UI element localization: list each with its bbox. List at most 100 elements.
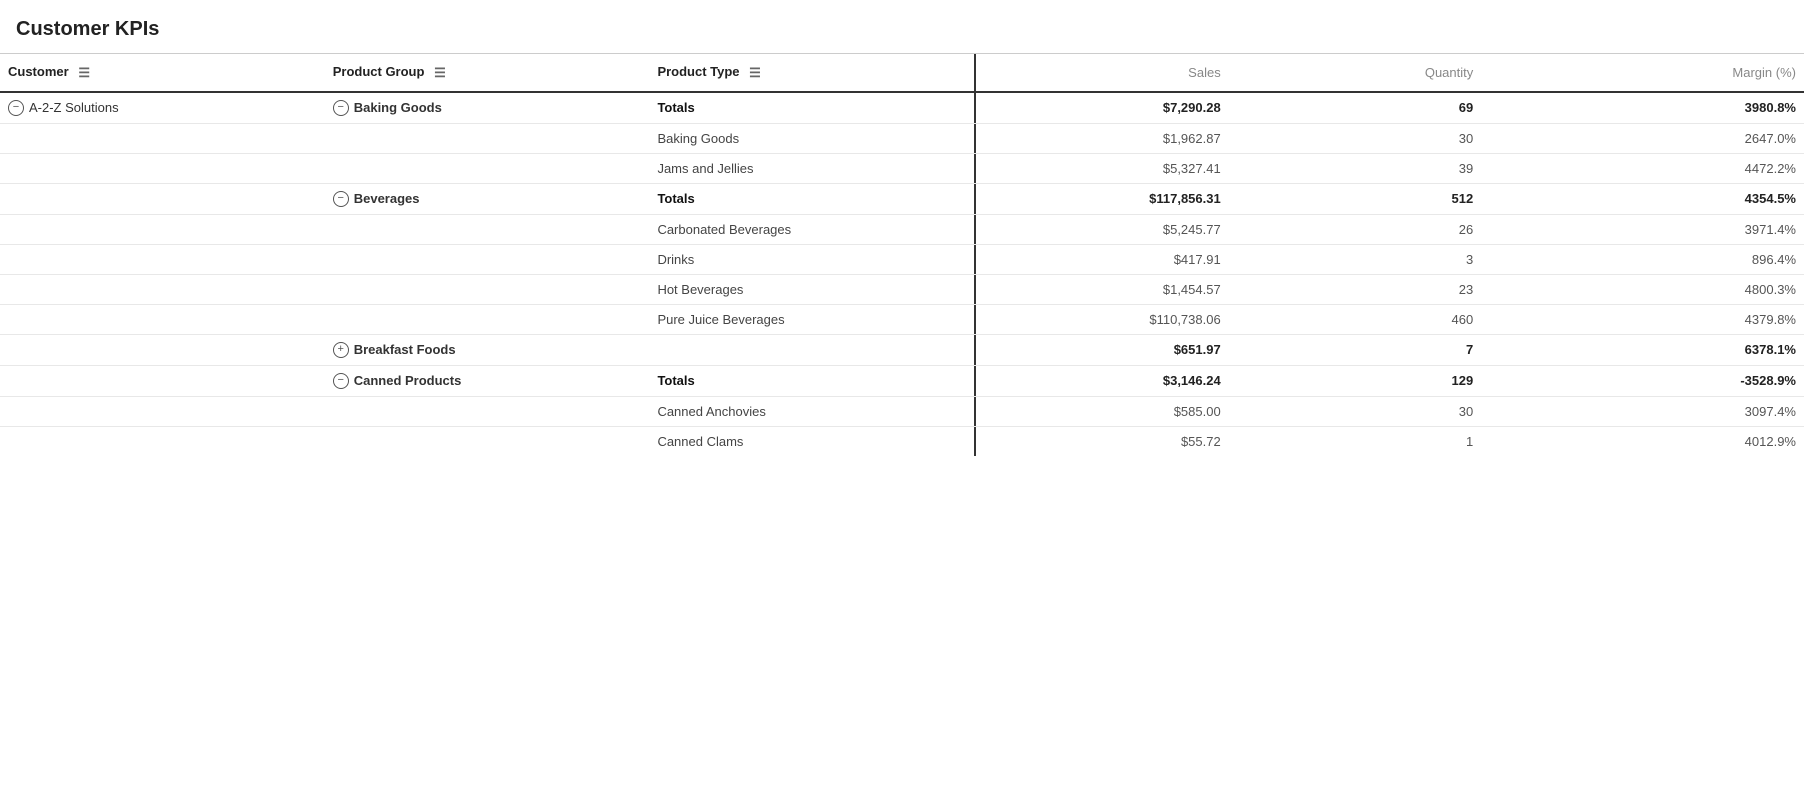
quantity-value: 460 bbox=[1229, 304, 1482, 334]
product-type-cell: Jams and Jellies bbox=[649, 153, 974, 183]
col-header-product-type: Product Type ☰ bbox=[649, 54, 974, 92]
product-group-cell bbox=[325, 304, 650, 334]
product-group-cell: Canned Products bbox=[325, 365, 650, 396]
margin-value: 4472.2% bbox=[1481, 153, 1804, 183]
margin-value: -3528.9% bbox=[1481, 365, 1804, 396]
product-group-cell: Breakfast Foods bbox=[325, 334, 650, 365]
quantity-value: 1 bbox=[1229, 426, 1482, 456]
table-row: Breakfast Foods $651.9776378.1% bbox=[0, 334, 1804, 365]
product-type-cell bbox=[649, 334, 974, 365]
table-row: Hot Beverages$1,454.57234800.3% bbox=[0, 274, 1804, 304]
table-row: Baking Goods$1,962.87302647.0% bbox=[0, 123, 1804, 153]
product-type-cell: Drinks bbox=[649, 244, 974, 274]
col-header-margin: Margin (%) bbox=[1481, 54, 1804, 92]
product-group-cell bbox=[325, 153, 650, 183]
table-container: Customer ☰ Product Group ☰ Product Type … bbox=[0, 53, 1804, 456]
margin-value: 4012.9% bbox=[1481, 426, 1804, 456]
customer-cell bbox=[0, 426, 325, 456]
product-type-cell: Pure Juice Beverages bbox=[649, 304, 974, 334]
quantity-value: 23 bbox=[1229, 274, 1482, 304]
table-row: Canned Anchovies$585.00303097.4% bbox=[0, 396, 1804, 426]
quantity-value: 26 bbox=[1229, 214, 1482, 244]
table-row: A-2-Z Solutions Baking Goods Totals$7,290.… bbox=[0, 92, 1804, 124]
margin-value: 2647.0% bbox=[1481, 123, 1804, 153]
product-type-cell: Totals bbox=[649, 92, 974, 124]
sales-value: $3,146.24 bbox=[976, 365, 1229, 396]
table-row: BeveragesTotals$117,856.315124354.5% bbox=[0, 183, 1804, 214]
sales-value: $1,454.57 bbox=[976, 274, 1229, 304]
customer-cell bbox=[0, 274, 325, 304]
product-type-cell: Carbonated Beverages bbox=[649, 214, 974, 244]
product-group-cell bbox=[325, 426, 650, 456]
group-expand-icon[interactable] bbox=[333, 191, 349, 207]
product-group-col-label: Product Group bbox=[333, 64, 425, 79]
product-group-cell bbox=[325, 244, 650, 274]
product-type-cell: Totals bbox=[649, 365, 974, 396]
customer-col-label: Customer bbox=[8, 64, 69, 79]
product-group-cell bbox=[325, 123, 650, 153]
product-group-cell bbox=[325, 274, 650, 304]
col-header-quantity: Quantity bbox=[1229, 54, 1482, 92]
table-row: Pure Juice Beverages$110,738.064604379.8… bbox=[0, 304, 1804, 334]
product-type-cell: Hot Beverages bbox=[649, 274, 974, 304]
margin-value: 896.4% bbox=[1481, 244, 1804, 274]
product-group-name: Baking Goods bbox=[354, 100, 442, 115]
customer-name: A-2-Z Solutions bbox=[29, 100, 119, 115]
product-group-cell: Baking Goods bbox=[325, 92, 650, 124]
quantity-col-label: Quantity bbox=[1425, 65, 1473, 80]
customer-cell bbox=[0, 334, 325, 365]
product-type-col-label: Product Type bbox=[657, 64, 739, 79]
margin-value: 6378.1% bbox=[1481, 334, 1804, 365]
customer-cell bbox=[0, 183, 325, 214]
product-group-cell: Beverages bbox=[325, 183, 650, 214]
product-group-name: Beverages bbox=[354, 191, 420, 206]
customer-col-menu-icon[interactable]: ☰ bbox=[78, 65, 90, 81]
sales-value: $55.72 bbox=[976, 426, 1229, 456]
quantity-value: 7 bbox=[1229, 334, 1482, 365]
sales-value: $7,290.28 bbox=[976, 92, 1229, 124]
customer-cell bbox=[0, 214, 325, 244]
quantity-value: 30 bbox=[1229, 123, 1482, 153]
customer-cell bbox=[0, 123, 325, 153]
customer-expand-icon[interactable] bbox=[8, 100, 24, 116]
sales-value: $5,327.41 bbox=[976, 153, 1229, 183]
quantity-value: 69 bbox=[1229, 92, 1482, 124]
customer-cell bbox=[0, 396, 325, 426]
product-type-cell: Baking Goods bbox=[649, 123, 974, 153]
group-expand-icon[interactable] bbox=[333, 100, 349, 116]
product-group-col-menu-icon[interactable]: ☰ bbox=[434, 65, 446, 81]
table-row: Canned Clams$55.7214012.9% bbox=[0, 426, 1804, 456]
table-row: Carbonated Beverages$5,245.77263971.4% bbox=[0, 214, 1804, 244]
product-type-col-menu-icon[interactable]: ☰ bbox=[749, 65, 761, 81]
customer-cell bbox=[0, 244, 325, 274]
margin-value: 3097.4% bbox=[1481, 396, 1804, 426]
table-row: Drinks$417.913896.4% bbox=[0, 244, 1804, 274]
quantity-value: 129 bbox=[1229, 365, 1482, 396]
col-header-product-group: Product Group ☰ bbox=[325, 54, 650, 92]
col-header-sales: Sales bbox=[976, 54, 1229, 92]
customer-cell bbox=[0, 365, 325, 396]
sales-value: $1,962.87 bbox=[976, 123, 1229, 153]
group-expand-icon[interactable] bbox=[333, 373, 349, 389]
quantity-value: 39 bbox=[1229, 153, 1482, 183]
group-expand-icon[interactable] bbox=[333, 342, 349, 358]
product-type-cell: Totals bbox=[649, 183, 974, 214]
margin-value: 4800.3% bbox=[1481, 274, 1804, 304]
sales-value: $651.97 bbox=[976, 334, 1229, 365]
product-type-cell: Canned Clams bbox=[649, 426, 974, 456]
sales-value: $5,245.77 bbox=[976, 214, 1229, 244]
sales-value: $117,856.31 bbox=[976, 183, 1229, 214]
product-group-cell bbox=[325, 214, 650, 244]
margin-value: 4354.5% bbox=[1481, 183, 1804, 214]
product-group-name: Canned Products bbox=[354, 373, 462, 388]
sales-value: $110,738.06 bbox=[976, 304, 1229, 334]
table-row: Jams and Jellies$5,327.41394472.2% bbox=[0, 153, 1804, 183]
sales-value: $585.00 bbox=[976, 396, 1229, 426]
sales-value: $417.91 bbox=[976, 244, 1229, 274]
sales-col-label: Sales bbox=[1188, 65, 1221, 80]
table-header-row: Customer ☰ Product Group ☰ Product Type … bbox=[0, 54, 1804, 92]
table-row: Canned Products Totals$3,146.24129-3528.9… bbox=[0, 365, 1804, 396]
margin-value: 4379.8% bbox=[1481, 304, 1804, 334]
margin-col-label: Margin (%) bbox=[1732, 65, 1796, 80]
page-title: Customer KPIs bbox=[0, 0, 1804, 53]
